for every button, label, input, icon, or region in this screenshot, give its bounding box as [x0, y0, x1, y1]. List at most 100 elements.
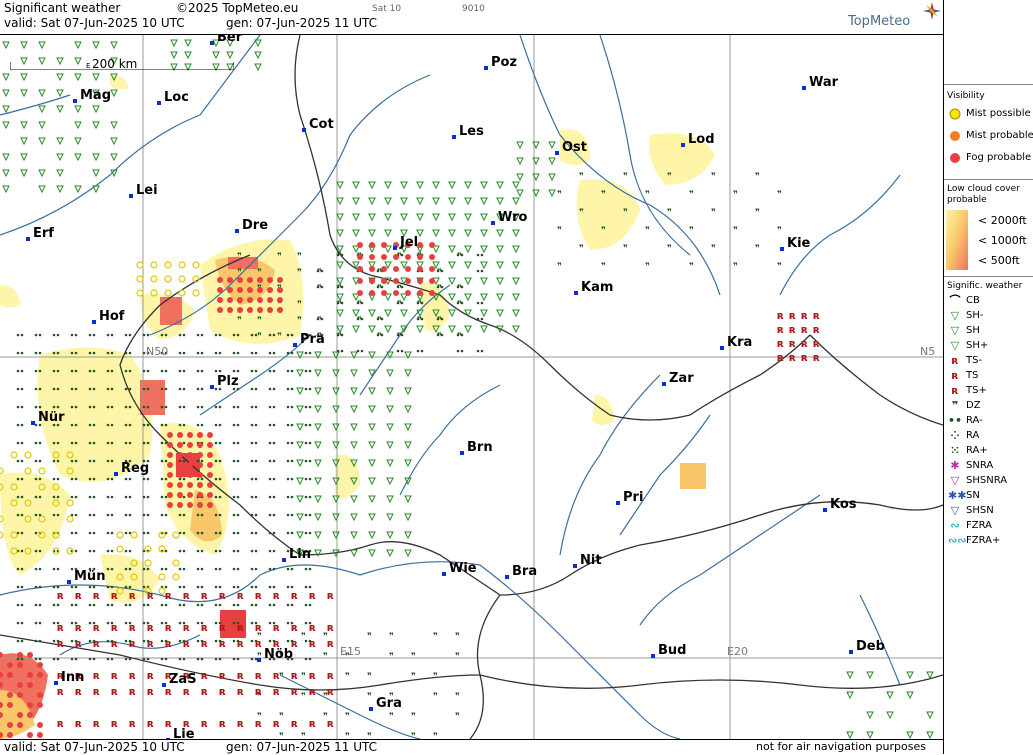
rain-symbol: [214, 603, 222, 607]
rain-symbol: [232, 459, 240, 463]
rain-symbol: [16, 441, 24, 445]
generated-time: gen: 07-Jun-2025 11 UTC: [226, 16, 378, 30]
low-cloud-legend-label: < 1000ft: [978, 234, 1027, 247]
shower-symbol: [512, 245, 520, 254]
fog-symbol: [197, 462, 203, 468]
drizzle-symbol: ❞: [237, 268, 242, 278]
shower-symbol: [352, 181, 360, 190]
rain-symbol: [214, 585, 222, 589]
shower-symbol: [386, 513, 394, 522]
fog-symbol: [167, 432, 173, 438]
fog-symbol: [167, 502, 173, 508]
map-canvas[interactable]: ❞ ❞ ❞ ❞ ❞ ❞ ❞ ❞ ❞ ❞ ❞ ❞ ❞ ❞ ❞ ❞ ❞ ❞ ❞ ❞ ❞ ❞ ❞ ❞ ❞ ❞ ❞ ❞ ❞ ❞ ❞ ❞ ❞ ❞ ❞ ❞ ❞ ❞ ❞ ❞…: [0, 35, 943, 739]
mist-symbol: [24, 451, 32, 459]
rain-symbol: [70, 333, 78, 337]
rain-symbol: [304, 405, 312, 409]
city-marker: [162, 683, 166, 687]
thunderstorm-symbol: ʀ: [291, 669, 298, 682]
mist-symbol: [150, 261, 158, 269]
map-footer: valid: Sat 07-Jun-2025 10 UTC gen: 07-Ju…: [0, 739, 943, 755]
rain-symbol: [160, 603, 168, 607]
fog-symbol: [217, 297, 223, 303]
shower-symbol: [38, 169, 46, 178]
fog-symbol: [167, 452, 173, 458]
city-marker: [393, 246, 397, 250]
drizzle-symbol: ❞: [437, 284, 442, 294]
shower-symbol: [512, 277, 520, 286]
rain-symbol: [250, 351, 258, 355]
thunderstorm-symbol: ʀ: [129, 589, 136, 602]
rain-symbol: [268, 585, 276, 589]
drizzle-symbol: ❞: [411, 732, 416, 739]
fog-symbol: [357, 290, 363, 296]
drizzle-symbol: ❞: [623, 172, 628, 182]
rain-symbol: [250, 405, 258, 409]
signif-weather-legend-label: FZRA+: [966, 535, 1001, 546]
shower-symbol: [336, 197, 344, 206]
rain-symbol: [196, 387, 204, 391]
rain-symbol: [196, 333, 204, 337]
rain-symbol: [336, 349, 344, 353]
shower-symbol: [448, 213, 456, 222]
drizzle-symbol: ❞: [667, 244, 672, 254]
signif-weather-legend-label: FZRA: [966, 520, 992, 531]
thunderstorm-symbol: ʀ: [327, 589, 334, 602]
rain-symbol: [304, 387, 312, 391]
drizzle-symbol: ❞: [317, 284, 322, 294]
rain-symbol: [106, 549, 114, 553]
shower-symbol: [432, 213, 440, 222]
rain-symbol: [178, 585, 186, 589]
fog-symbol: [267, 277, 273, 283]
drizzle-symbol: ❞: [689, 226, 694, 236]
rain-symbol: [286, 495, 294, 499]
fog-symbol: [247, 277, 253, 283]
fog-symbol: [207, 462, 213, 468]
shower-symbol: [20, 153, 28, 162]
shower-symbol: [906, 691, 914, 700]
shower-symbol: [368, 387, 376, 396]
drizzle-symbol: ❞: [301, 732, 306, 739]
city-label-erf: Erf: [33, 226, 54, 241]
fog-symbol: [417, 254, 423, 260]
rain-symbol: [304, 423, 312, 427]
thunderstorm-symbol: ʀ: [273, 717, 280, 730]
shower-symbol: [400, 197, 408, 206]
shower-symbol: [846, 671, 854, 680]
shower-symbol: [56, 185, 64, 194]
fog-symbol: [187, 502, 193, 508]
thunderstorm-symbol: ʀ: [309, 589, 316, 602]
fog-symbol: [27, 682, 33, 688]
shower-symbol: [926, 731, 934, 739]
drizzle-symbol: ❞: [689, 262, 694, 272]
thunderstorm-symbol: ʀ: [111, 685, 118, 698]
rain-symbol: [16, 405, 24, 409]
shower-symbol: [296, 387, 304, 396]
rain-symbol: [214, 423, 222, 427]
rain-symbol: [160, 495, 168, 499]
shower-symbol: [496, 197, 504, 206]
city-label-kos: Kos: [830, 497, 857, 512]
city-label-kie: Kie: [787, 236, 811, 251]
fog-symbol: [429, 242, 435, 248]
city-label-zar: Zar: [669, 371, 694, 386]
thunderstorm-symbol: ʀ: [327, 717, 334, 730]
fog-symbol: [37, 672, 43, 678]
shower-symbol: [56, 89, 64, 98]
thunderstorm-symbol: ʀ: [111, 637, 118, 650]
fog-symbol: [177, 432, 183, 438]
rain-symbol: [178, 351, 186, 355]
fog-symbol: [217, 277, 223, 283]
drizzle-symbol: ❞: [317, 316, 322, 326]
thunderstorm-symbol: ʀ: [777, 337, 784, 350]
shower-symbol: [512, 181, 520, 190]
city-marker: [31, 421, 35, 425]
rain-symbol: [106, 495, 114, 499]
fog-symbol: [217, 307, 223, 313]
rain-symbol: [286, 387, 294, 391]
mist-symbol: [0, 515, 4, 523]
thunderstorm-symbol: ʀ: [219, 589, 226, 602]
rain-symbol: [124, 513, 132, 517]
city-marker: [573, 564, 577, 568]
shower-symbol: [386, 423, 394, 432]
city-marker: [491, 221, 495, 225]
